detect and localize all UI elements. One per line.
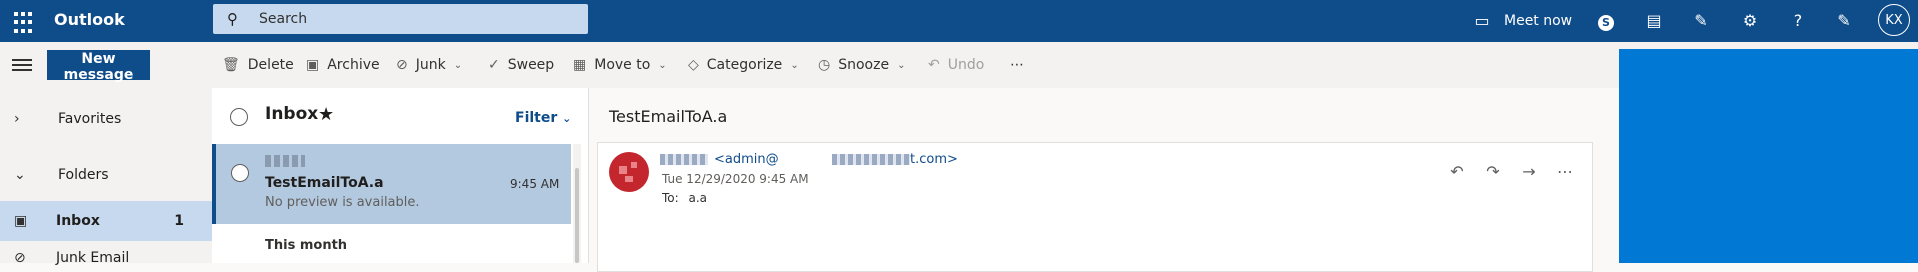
chevron-down-icon: ⌄ [790, 59, 799, 71]
select-all-checkbox[interactable] [230, 108, 248, 126]
my-day-icon[interactable]: ✎ [1689, 9, 1713, 33]
undo-icon: ↶ [928, 57, 940, 73]
feedback-icon[interactable]: ✎ [1832, 9, 1856, 33]
trash-icon: 🗑 [222, 57, 240, 73]
broom-icon: ✓ [488, 57, 500, 73]
star-icon[interactable]: ★ [318, 104, 334, 125]
more-actions-button[interactable]: ⋯ [1010, 51, 1024, 79]
block-icon: ⊘ [14, 250, 26, 266]
sidebar-item-junk-email[interactable]: ⊘ Junk Email [0, 241, 212, 271]
chevron-down-icon: ⌄ [562, 112, 572, 125]
clock-icon: ◷ [818, 57, 831, 73]
snooze-button[interactable]: ◷ Snooze ⌄ [818, 51, 905, 79]
archive-button[interactable]: ▣ Archive [306, 51, 380, 79]
group-header: This month [265, 238, 348, 253]
email-date: Tue 12/29/2020 9:45 AM [662, 172, 809, 186]
nav-favorites[interactable]: › Favorites [0, 99, 212, 139]
sender-address-start[interactable]: <admin@ [714, 152, 779, 167]
delete-button[interactable]: 🗑 Delete [222, 51, 294, 79]
chevron-down-icon: ⌄ [453, 59, 463, 71]
message-preview: No preview is available. [265, 195, 420, 210]
app-launcher-icon[interactable] [12, 10, 38, 36]
office-icon[interactable]: ▤ [1642, 9, 1666, 33]
scrollbar-thumb[interactable] [575, 168, 579, 263]
sender-domain-redacted [832, 154, 910, 165]
skype-icon[interactable]: S [1594, 9, 1618, 33]
filter-button[interactable]: Filter ⌄ [515, 110, 571, 126]
list-title: Inbox [265, 104, 319, 124]
email-subject: TestEmailToA.a [609, 107, 728, 126]
reply-icon[interactable]: ↶ [1445, 160, 1469, 184]
sender-name-redacted [660, 154, 708, 165]
junk-button[interactable]: ⊘ Junk ⌄ [396, 51, 462, 79]
more-options-icon[interactable]: ⋯ [1553, 160, 1577, 184]
help-icon[interactable]: ? [1786, 9, 1810, 33]
video-icon[interactable]: ▭ [1470, 9, 1494, 33]
folder-move-icon: ▦ [573, 57, 587, 73]
sender-address-end[interactable]: t.com> [910, 152, 958, 167]
hamburger-menu-icon[interactable] [12, 56, 32, 72]
chevron-right-icon: › [14, 111, 20, 127]
reply-all-icon[interactable]: ↷ [1481, 160, 1505, 184]
message-subject: TestEmailToA.a [265, 175, 384, 191]
search-input[interactable] [257, 10, 581, 28]
search-icon: ⚲ [227, 10, 238, 28]
message-checkbox[interactable] [231, 164, 249, 182]
email-recipients: To: a.a [662, 191, 708, 205]
selection-indicator [212, 144, 216, 224]
gear-icon[interactable]: ⚙ [1738, 9, 1762, 33]
categorize-button[interactable]: ◇ Categorize ⌄ [688, 51, 799, 79]
sender-name-redacted [265, 155, 305, 167]
archive-icon: ▣ [306, 57, 320, 73]
ad-panel [1619, 49, 1918, 263]
unread-count: 1 [174, 213, 184, 229]
tag-icon: ◇ [688, 57, 699, 73]
message-time: 9:45 AM [510, 177, 560, 191]
recipient[interactable]: a.a [689, 191, 708, 205]
nav-folders[interactable]: ⌄ Folders [0, 155, 212, 195]
search-box[interactable]: ⚲ [213, 4, 588, 34]
chevron-down-icon: ⌄ [14, 167, 26, 183]
new-message-button[interactable]: New message [47, 50, 150, 83]
meet-now-button[interactable]: Meet now [1504, 9, 1572, 33]
sidebar-item-inbox[interactable]: ▣ Inbox 1 [0, 201, 212, 241]
sweep-button[interactable]: ✓ Sweep [488, 51, 554, 79]
inbox-icon: ▣ [14, 213, 28, 229]
forward-icon[interactable]: → [1517, 160, 1541, 184]
sender-avatar[interactable] [609, 152, 649, 192]
undo-button[interactable]: ↶ Undo [928, 51, 984, 79]
chevron-down-icon: ⌄ [897, 59, 906, 71]
avatar[interactable]: KX [1878, 4, 1910, 36]
app-title[interactable]: Outlook [54, 8, 125, 32]
chevron-down-icon: ⌄ [658, 59, 667, 71]
move-to-button[interactable]: ▦ Move to ⌄ [573, 51, 667, 79]
block-icon: ⊘ [396, 57, 408, 73]
